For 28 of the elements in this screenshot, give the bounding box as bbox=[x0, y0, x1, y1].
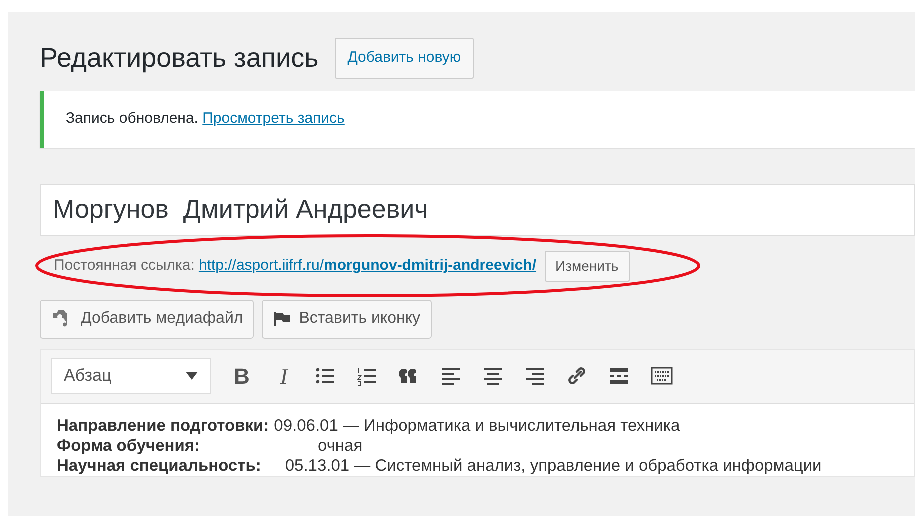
format-select[interactable]: Абзац bbox=[51, 358, 211, 394]
page-title: Редактировать запись bbox=[40, 44, 319, 72]
insert-icon-button[interactable]: Вставить иконку bbox=[262, 300, 432, 338]
title-field[interactable]: Моргунов Дмитрий Андреевич bbox=[40, 184, 915, 236]
keyboard-icon bbox=[651, 366, 673, 386]
edit-permalink-button[interactable]: Изменить bbox=[544, 251, 630, 282]
add-new-button[interactable]: Добавить новую bbox=[334, 38, 474, 78]
align-right-icon bbox=[525, 366, 547, 386]
permalink-label: Постоянная ссылка: bbox=[54, 256, 195, 276]
permalink-url[interactable]: http://asport.iifrf.ru/morgunov-dmitrij-andreevich/ bbox=[198, 255, 537, 278]
dropdown-caret-icon bbox=[186, 372, 198, 380]
read-more-icon bbox=[609, 366, 631, 386]
flag-icon bbox=[273, 311, 292, 327]
notice-message: Запись обновлена. Просмотреть запись bbox=[66, 108, 345, 129]
bullet-list-icon bbox=[315, 366, 337, 386]
bold-button[interactable]: B bbox=[223, 358, 261, 394]
numbered-list-icon bbox=[357, 366, 379, 386]
align-left-icon bbox=[441, 366, 463, 386]
field-value: 09.06.01 — Информатика и вычислительная техника bbox=[274, 416, 680, 434]
field-value: очная bbox=[318, 436, 363, 454]
field-label: Форма обучения: bbox=[57, 436, 200, 454]
align-center-icon bbox=[483, 366, 505, 386]
view-post-link[interactable]: Просмотреть запись bbox=[202, 110, 345, 127]
add-media-button[interactable]: Добавить медиафайл bbox=[40, 300, 254, 338]
field-value: 05.13.01 — Системный анализ, управление и обработка информации bbox=[285, 456, 822, 474]
field-label: Направление подготовки: bbox=[57, 416, 270, 434]
italic-button[interactable]: I bbox=[265, 358, 303, 394]
field-label: Научная специальность: bbox=[57, 456, 262, 474]
